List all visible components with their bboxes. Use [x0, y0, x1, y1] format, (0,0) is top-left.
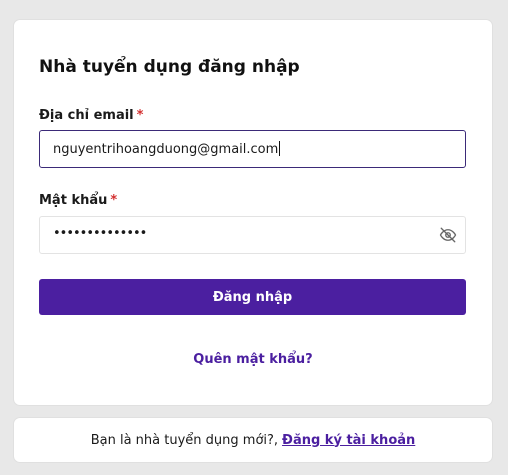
register-link[interactable]: Đăng ký tài khoản — [282, 433, 415, 448]
email-field[interactable]: nguyentrihoangduong@gmail.com — [39, 130, 466, 168]
email-label: Địa chỉ email * — [39, 108, 143, 123]
password-value: •••••••••••••• — [53, 226, 147, 241]
email-value-text: nguyentrihoangduong@gmail.com — [53, 142, 279, 157]
login-button[interactable]: Đăng nhập — [39, 279, 466, 315]
email-value: nguyentrihoangduong@gmail.com — [53, 141, 281, 157]
required-mark: * — [136, 108, 144, 123]
password-field[interactable]: •••••••••••••• — [39, 216, 466, 254]
eye-off-icon[interactable] — [439, 226, 457, 244]
password-label: Mật khẩu * — [39, 193, 117, 208]
email-label-text: Địa chỉ email — [39, 108, 134, 123]
login-card: Nhà tuyển dụng đăng nhập Địa chỉ email * … — [14, 20, 492, 405]
password-label-text: Mật khẩu — [39, 193, 108, 208]
page-title: Nhà tuyển dụng đăng nhập — [39, 57, 300, 77]
forgot-password-link[interactable]: Quên mật khẩu? — [14, 352, 492, 367]
register-footer: Bạn là nhà tuyển dụng mới?, Đăng ký tài … — [14, 418, 492, 462]
required-mark: * — [110, 193, 118, 208]
register-prompt: Bạn là nhà tuyển dụng mới?, — [90, 432, 279, 448]
text-caret — [279, 141, 281, 156]
